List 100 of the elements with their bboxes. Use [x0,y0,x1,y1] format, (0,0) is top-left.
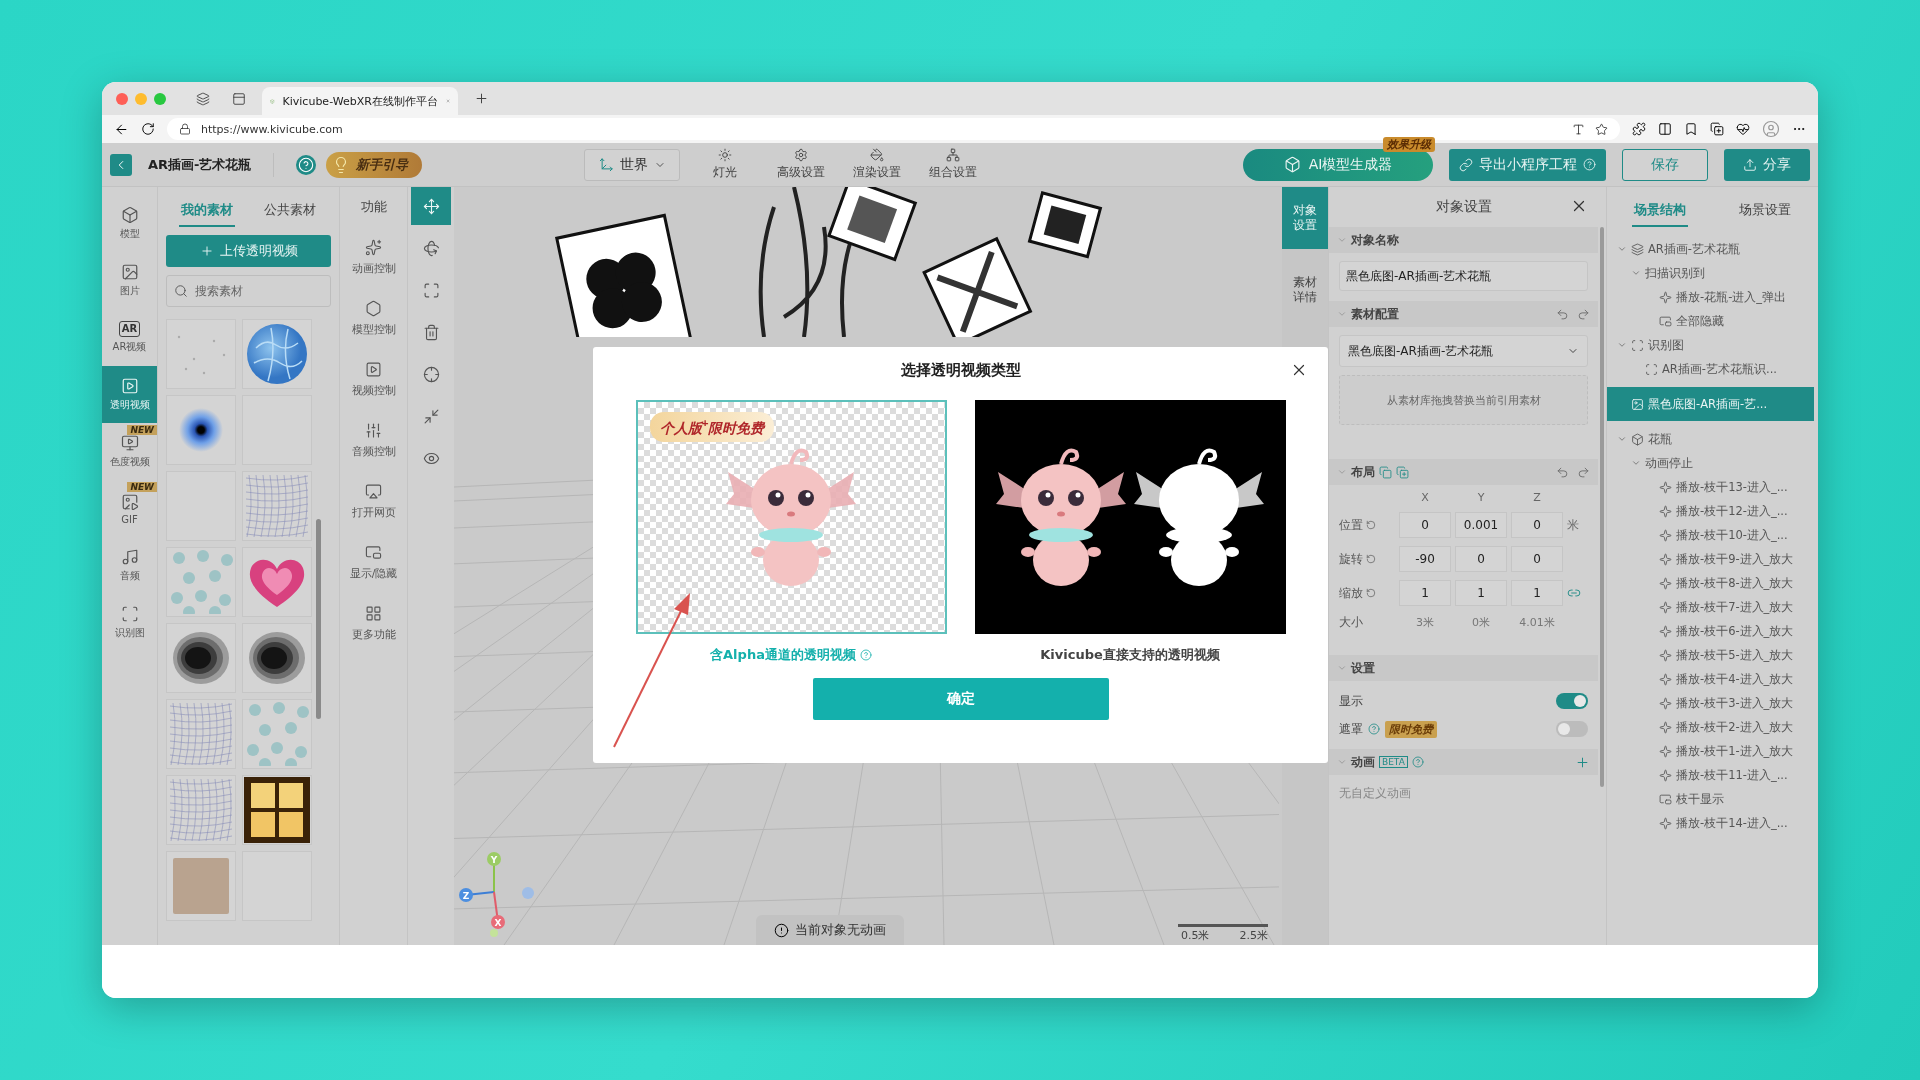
beginner-guide-button[interactable]: 新手引导 [326,151,423,178]
function-item[interactable]: 打开网页 [340,471,407,532]
video-type-card[interactable] [974,400,1286,634]
function-item[interactable]: 更多功能 [340,593,407,654]
upload-button[interactable]: 上传透明视频 [166,235,331,267]
side-tab[interactable]: 对象设置 [1282,187,1328,249]
move-tool-button[interactable] [411,187,451,225]
help-button[interactable] [296,154,317,175]
address-bar[interactable]: https://www.kivicube.com [167,118,1620,140]
number-field[interactable]: 0 [1455,546,1507,572]
toolbar-button[interactable]: 组合设置 [922,148,985,181]
tree-item[interactable]: 全部隐藏 [1607,309,1818,333]
space-selector[interactable]: 世界 [584,148,681,181]
function-item[interactable]: 模型控制 [340,288,407,349]
number-field[interactable]: 1 [1511,580,1563,606]
sidebar-item[interactable]: 音频 [102,537,157,594]
sidebar-item[interactable]: NEW 色度视频 [102,423,157,480]
material-thumbnail[interactable] [166,623,236,693]
tree-item[interactable]: 扫描识别到 [1607,261,1818,285]
material-thumbnail[interactable] [242,471,312,541]
material-thumbnail[interactable] [166,699,236,769]
scene-tab[interactable]: 场景结构 [1631,201,1688,227]
sidebar-item[interactable]: 图片 [102,252,157,309]
drop-zone[interactable]: 从素材库拖拽替换当前引用素材 [1339,375,1588,425]
search-field[interactable]: 搜索素材 [166,275,331,307]
number-field[interactable]: 0 [1511,546,1563,572]
function-item[interactable]: 音频控制 [340,410,407,471]
number-field[interactable]: 1 [1399,580,1451,606]
material-thumbnail[interactable] [166,319,236,389]
toggle-switch[interactable] [1556,721,1588,737]
tree-item[interactable]: 播放-枝干5-进入_放大 [1607,643,1818,667]
sparkle-icon [1659,290,1672,304]
tree-item[interactable]: 枝干显示 [1607,787,1818,811]
tree-item[interactable]: 动画停止 [1607,451,1818,475]
number-field[interactable]: 0.001 [1455,512,1507,538]
close-window-button[interactable] [116,92,128,105]
tree-item[interactable]: 播放-枝干6-进入_放大 [1607,619,1818,643]
tree-item[interactable]: AR插画-艺术花瓶识... [1607,357,1818,381]
save-button[interactable]: 保存 [1622,148,1708,181]
tree-item[interactable]: 播放-枝干2-进入_放大 [1607,715,1818,739]
profile-icon [1762,120,1780,138]
share-button[interactable]: 分享 [1724,148,1810,181]
tree-item[interactable]: 播放-枝干14-进入_... [1607,811,1818,835]
tree-item[interactable]: 播放-枝干11-进入_... [1607,763,1818,787]
material-thumbnail[interactable] [166,395,236,465]
tree-item[interactable]: 播放-枝干8-进入_放大 [1607,571,1818,595]
scrollbar[interactable] [316,519,321,719]
back-button[interactable] [110,153,132,176]
tree-item[interactable]: 播放-枝干12-进入_... [1607,499,1818,523]
material-thumbnail[interactable] [242,547,312,617]
scene-tab[interactable]: 场景设置 [1737,201,1794,227]
material-dropdown[interactable]: 黑色底图-AR插画-艺术花瓶 [1339,335,1588,367]
material-tab[interactable]: 公共素材 [261,201,318,227]
tree-item[interactable]: 播放-枝干3-进入_放大 [1607,691,1818,715]
sidebar-item[interactable]: AR AR视频 [102,309,157,366]
confirm-button[interactable]: 确定 [812,678,1109,720]
material-tab[interactable]: 我的素材 [179,201,236,227]
function-item[interactable]: 动画控制 [340,227,407,288]
number-field[interactable]: 0 [1399,512,1451,538]
sidebar-item[interactable]: NEW GIF [102,480,157,537]
material-thumbnail[interactable] [242,699,312,769]
material-thumbnail[interactable] [166,547,236,617]
browser-tab[interactable]: Kivicube-WebXR在线制作平台 [262,87,458,115]
tree-item[interactable]: 播放-花瓶-进入_弹出 [1607,285,1818,309]
maximize-window-button[interactable] [154,92,166,105]
tree-item[interactable]: 播放-枝干10-进入_... [1607,523,1818,547]
tree-item[interactable]: AR插画-艺术花瓶 [1607,237,1818,261]
video-type-card[interactable]: 个人版$^{+}$限时免费 [635,400,947,634]
tree-item[interactable]: 播放-枝干7-进入_放大 [1607,595,1818,619]
tree-item[interactable]: 播放-枝干1-进入_放大 [1607,739,1818,763]
material-thumbnail[interactable] [242,319,312,389]
sparkle-icon [1659,528,1672,542]
number-field[interactable]: -90 [1399,546,1451,572]
object-name-field[interactable]: 黑色底图-AR插画-艺术花瓶 [1339,261,1588,291]
material-thumbnail[interactable] [166,775,236,845]
tree-item[interactable]: 播放-枝干13-进入_... [1607,475,1818,499]
tree-item[interactable]: 播放-枝干4-进入_放大 [1607,667,1818,691]
minimize-window-button[interactable] [135,92,147,105]
scrollbar[interactable] [1600,227,1604,787]
number-field[interactable]: 0 [1511,512,1563,538]
toolbar-button[interactable]: 高级设置 [770,148,833,181]
tree-item[interactable]: 黑色底图-AR插画-艺... [1607,387,1814,421]
section-title: 布局 [1351,463,1375,481]
tree-item[interactable]: 播放-枝干9-进入_放大 [1607,547,1818,571]
number-field[interactable]: 1 [1455,580,1507,606]
sidebar-item[interactable]: 模型 [102,195,157,252]
function-item[interactable]: 显示/隐藏 [340,532,407,593]
tree-item[interactable]: 识别图 [1607,333,1818,357]
material-thumbnail[interactable] [242,775,312,845]
toggle-switch[interactable] [1556,693,1588,709]
export-button[interactable]: 导出小程序工程 [1449,148,1606,181]
sidebar-item[interactable]: 识别图 [102,594,157,651]
toolbar-button[interactable]: 灯光 [694,148,757,181]
material-thumbnail[interactable] [166,851,236,921]
toolbar-button[interactable]: 渲染设置 [846,148,909,181]
material-thumbnail[interactable] [242,623,312,693]
side-tab[interactable]: 素材详情 [1282,259,1328,321]
tree-item[interactable]: 花瓶 [1607,427,1818,451]
function-item[interactable]: 视频控制 [340,349,407,410]
sidebar-item[interactable]: 透明视频 [102,366,157,423]
